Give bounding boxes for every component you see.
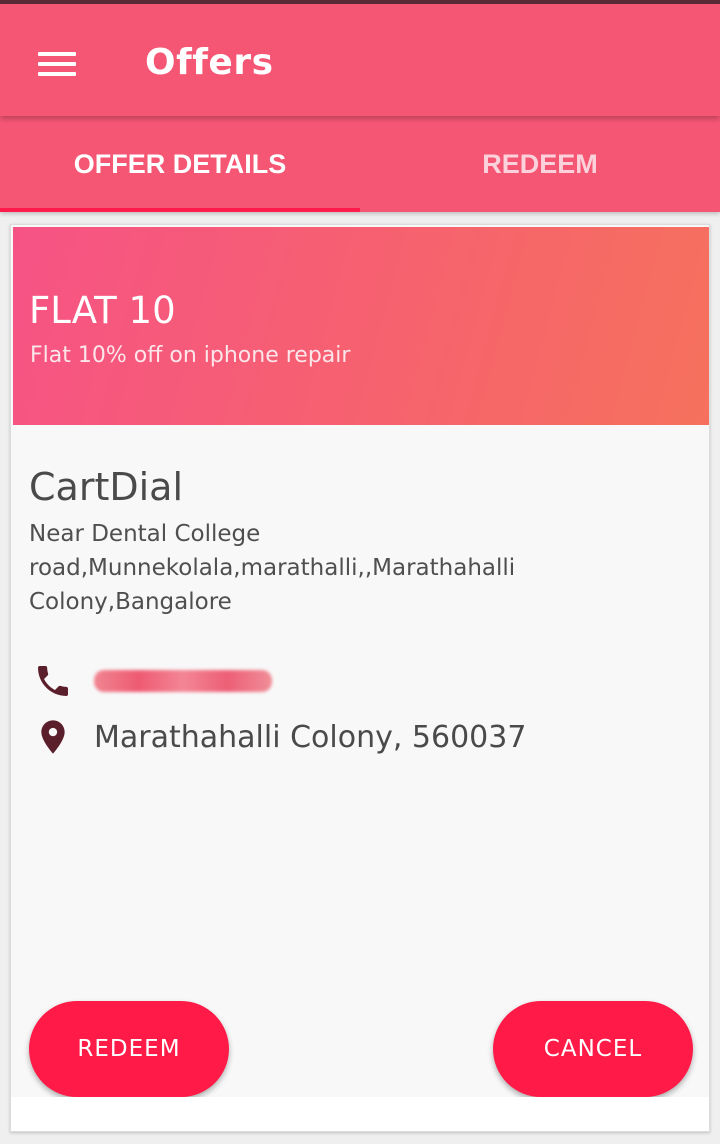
card-footer bbox=[11, 1097, 709, 1131]
offer-banner: FLAT 10 Flat 10% off on iphone repair bbox=[13, 227, 709, 425]
offer-subtitle: Flat 10% off on iphone repair bbox=[30, 343, 351, 368]
tab-redeem[interactable]: REDEEM bbox=[360, 116, 720, 212]
offer-title: FLAT 10 bbox=[29, 289, 176, 332]
page-title: Offers bbox=[145, 42, 274, 83]
location-row: Marathahalli Colony, 560037 bbox=[29, 713, 526, 761]
phone-row[interactable] bbox=[29, 657, 272, 705]
redacted-phone-number bbox=[94, 670, 272, 692]
business-address: Near Dental College road,Munnekolala,mar… bbox=[29, 521, 516, 615]
tab-offer-details[interactable]: OFFER DETAILS bbox=[0, 116, 360, 212]
tab-indicator bbox=[0, 208, 360, 212]
location-pin-icon bbox=[29, 713, 77, 761]
cancel-button[interactable]: CANCEL bbox=[493, 1001, 693, 1097]
tab-bar: OFFER DETAILS REDEEM bbox=[0, 116, 720, 212]
app-bar: Offers bbox=[0, 4, 720, 116]
location-text: Marathahalli Colony, 560037 bbox=[94, 719, 527, 755]
offer-card: FLAT 10 Flat 10% off on iphone repair Ca… bbox=[10, 224, 710, 1132]
business-name: CartDial bbox=[29, 465, 184, 509]
redeem-button[interactable]: REDEEM bbox=[29, 1001, 229, 1097]
phone-icon bbox=[29, 657, 77, 705]
menu-icon[interactable] bbox=[26, 34, 86, 90]
